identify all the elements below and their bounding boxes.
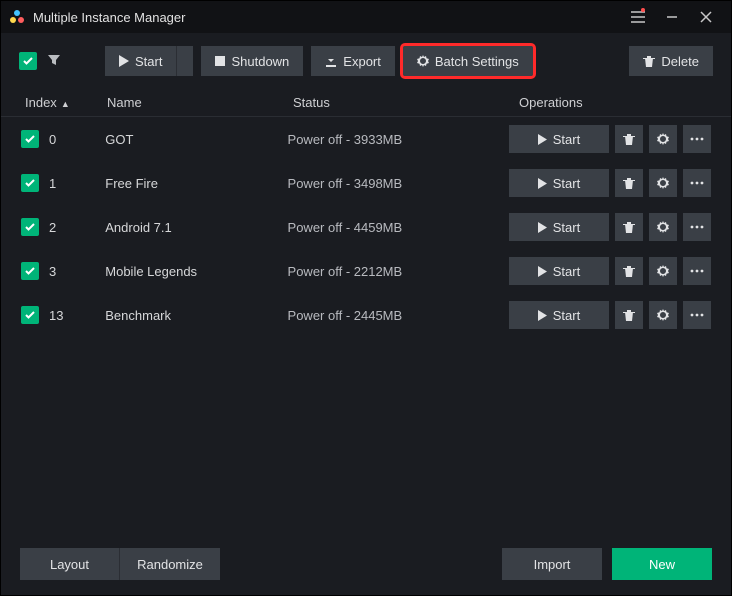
row-index: 1 — [49, 176, 56, 191]
row-delete-icon[interactable] — [615, 125, 643, 153]
delete-button[interactable]: Delete — [629, 46, 713, 76]
start-button[interactable]: Start — [105, 46, 176, 76]
column-index-header[interactable]: Index▲ — [21, 95, 107, 110]
import-button[interactable]: Import — [502, 548, 602, 580]
close-button[interactable] — [689, 1, 723, 33]
table-header: Index▲ Name Status Operations — [1, 89, 731, 117]
row-name: GOT — [105, 132, 287, 147]
row-more-icon[interactable] — [683, 169, 711, 197]
filter-icon[interactable] — [47, 53, 61, 70]
table-row: 0 GOT Power off - 3933MB Start — [1, 117, 731, 161]
footer-right-group: Import New — [502, 548, 712, 580]
row-index: 2 — [49, 220, 56, 235]
table-row: 2 Android 7.1 Power off - 4459MB Start — [1, 205, 731, 249]
row-index: 13 — [49, 308, 63, 323]
row-more-icon[interactable] — [683, 301, 711, 329]
row-delete-icon[interactable] — [615, 169, 643, 197]
row-name: Free Fire — [105, 176, 287, 191]
row-checkbox[interactable] — [21, 262, 39, 280]
start-label: Start — [135, 54, 162, 69]
row-more-icon[interactable] — [683, 257, 711, 285]
batch-settings-label: Batch Settings — [435, 54, 519, 69]
footer-left-group: Layout Randomize — [20, 548, 220, 580]
table-row: 3 Mobile Legends Power off - 2212MB Star… — [1, 249, 731, 293]
table-row: 1 Free Fire Power off - 3498MB Start — [1, 161, 731, 205]
delete-label: Delete — [661, 54, 699, 69]
export-label: Export — [343, 54, 381, 69]
row-start-label: Start — [553, 176, 580, 191]
row-settings-icon[interactable] — [649, 125, 677, 153]
row-index: 3 — [49, 264, 56, 279]
row-start-button[interactable]: Start — [509, 257, 609, 285]
toolbar: Start Shutdown Export Batch Settings Del… — [1, 33, 731, 89]
column-operations-header: Operations — [519, 95, 711, 110]
minimize-button[interactable] — [655, 1, 689, 33]
menu-icon[interactable] — [621, 1, 655, 33]
row-status: Power off - 3933MB — [288, 132, 509, 147]
row-more-icon[interactable] — [683, 213, 711, 241]
row-status: Power off - 2212MB — [288, 264, 509, 279]
sort-asc-icon: ▲ — [61, 99, 70, 109]
row-delete-icon[interactable] — [615, 301, 643, 329]
row-delete-icon[interactable] — [615, 257, 643, 285]
row-start-label: Start — [553, 132, 580, 147]
start-button-combo: Start — [105, 46, 193, 76]
footer: Layout Randomize Import New — [0, 532, 732, 596]
layout-button[interactable]: Layout — [20, 548, 120, 580]
app-logo-icon — [9, 9, 25, 25]
column-status-header[interactable]: Status — [293, 95, 519, 110]
table-body: 0 GOT Power off - 3933MB Start 1 F — [1, 117, 731, 337]
row-status: Power off - 4459MB — [288, 220, 509, 235]
row-start-label: Start — [553, 264, 580, 279]
export-button[interactable]: Export — [311, 46, 395, 76]
titlebar: Multiple Instance Manager — [1, 1, 731, 33]
window-title: Multiple Instance Manager — [33, 10, 621, 25]
row-start-button[interactable]: Start — [509, 125, 609, 153]
row-status: Power off - 2445MB — [288, 308, 509, 323]
randomize-button[interactable]: Randomize — [120, 548, 220, 580]
start-dropdown-icon[interactable] — [176, 46, 193, 76]
row-checkbox[interactable] — [21, 130, 39, 148]
batch-settings-button[interactable]: Batch Settings — [403, 46, 533, 76]
row-more-icon[interactable] — [683, 125, 711, 153]
row-start-button[interactable]: Start — [509, 301, 609, 329]
row-checkbox[interactable] — [21, 218, 39, 236]
row-delete-icon[interactable] — [615, 213, 643, 241]
row-checkbox[interactable] — [21, 174, 39, 192]
select-all-checkbox[interactable] — [19, 52, 37, 70]
row-start-button[interactable]: Start — [509, 213, 609, 241]
row-settings-icon[interactable] — [649, 257, 677, 285]
row-checkbox[interactable] — [21, 306, 39, 324]
toolbar-button-group: Start Shutdown Export Batch Settings — [105, 46, 533, 76]
new-button[interactable]: New — [612, 548, 712, 580]
row-settings-icon[interactable] — [649, 169, 677, 197]
row-index: 0 — [49, 132, 56, 147]
row-name: Android 7.1 — [105, 220, 287, 235]
row-name: Benchmark — [105, 308, 287, 323]
row-start-label: Start — [553, 308, 580, 323]
column-name-header[interactable]: Name — [107, 95, 293, 110]
row-start-button[interactable]: Start — [509, 169, 609, 197]
row-start-label: Start — [553, 220, 580, 235]
row-settings-icon[interactable] — [649, 301, 677, 329]
row-name: Mobile Legends — [105, 264, 287, 279]
row-status: Power off - 3498MB — [288, 176, 509, 191]
table-row: 13 Benchmark Power off - 2445MB Start — [1, 293, 731, 337]
shutdown-label: Shutdown — [231, 54, 289, 69]
row-settings-icon[interactable] — [649, 213, 677, 241]
shutdown-button[interactable]: Shutdown — [201, 46, 303, 76]
